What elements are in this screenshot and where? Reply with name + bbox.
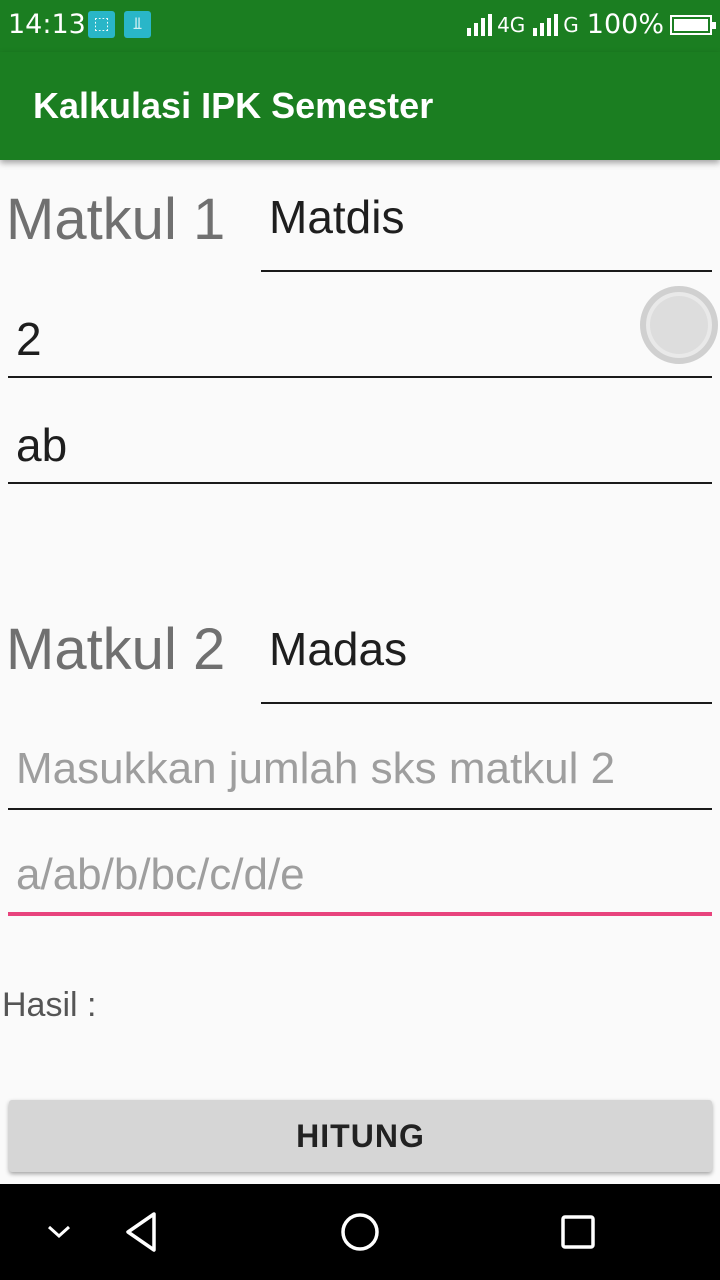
screenshot-icon: ⬚: [88, 11, 115, 38]
collapse-nav-button[interactable]: [14, 1184, 104, 1280]
matkul2-grade-field[interactable]: a/ab/b/bc/c/d/e: [8, 850, 712, 916]
network-type-1: 4G: [497, 12, 526, 37]
usb-icon: ⫫: [124, 11, 151, 38]
back-triangle-icon: [126, 1212, 156, 1252]
matkul1-name-field[interactable]: Matdis: [261, 190, 712, 272]
back-button[interactable]: [97, 1184, 187, 1280]
home-circle-icon: [341, 1213, 379, 1251]
status-bar: 14:13 ⬚ ⫫ 4G G 100%: [0, 0, 720, 52]
matkul2-label: Matkul 2: [6, 617, 226, 682]
battery-percent: 100%: [586, 9, 664, 40]
drag-handle[interactable]: [640, 286, 718, 364]
status-right: 4G G 100%: [467, 9, 716, 40]
matkul1-label: Matkul 1: [6, 187, 226, 252]
signal-icon: [533, 13, 561, 36]
calculate-button[interactable]: HITUNG: [9, 1100, 712, 1172]
result-label: Hasil :: [2, 986, 97, 1024]
battery-icon: [670, 14, 716, 35]
matkul2-sks-field[interactable]: Masukkan jumlah sks matkul 2: [8, 744, 712, 810]
network-type-2: G: [563, 12, 579, 37]
chevron-down-icon: [47, 1225, 71, 1239]
app-title: Kalkulasi IPK Semester: [33, 85, 434, 126]
signal-icon: [467, 13, 495, 36]
matkul2-name-field[interactable]: Madas: [261, 622, 712, 704]
navigation-bar: [0, 1184, 720, 1280]
recents-button[interactable]: [533, 1184, 623, 1280]
matkul1-sks-field[interactable]: 2: [8, 312, 712, 378]
status-time: 14:13: [8, 9, 86, 40]
matkul1-grade-field[interactable]: ab: [8, 418, 712, 484]
app-bar: Kalkulasi IPK Semester: [0, 52, 720, 160]
recents-square-icon: [561, 1215, 595, 1249]
home-button[interactable]: [315, 1184, 405, 1280]
